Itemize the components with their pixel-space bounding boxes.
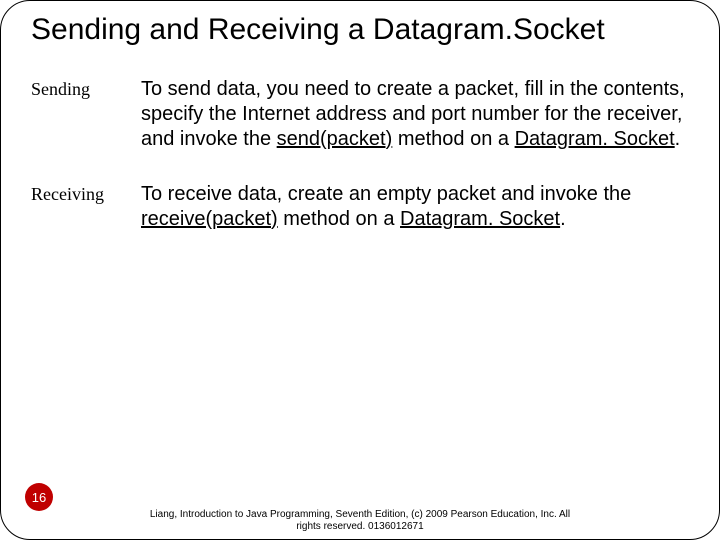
row-sending: Sending To send data, you need to create… [31,77,689,152]
slide-number-badge: 16 [25,483,53,511]
row-receiving: Receiving To receive data, create an emp… [31,182,689,232]
row-body-sending: To send data, you need to create a packe… [141,77,689,152]
text: method on a [392,128,514,150]
underline-receive: receive(packet) [141,208,278,230]
footer-attribution: Liang, Introduction to Java Programming,… [1,509,719,533]
footer-line: rights reserved. 0136012671 [296,521,423,532]
row-body-receiving: To receive data, create an empty packet … [141,182,689,232]
slide-container: Sending and Receiving a Datagram.Socket … [0,0,720,540]
row-label-receiving: Receiving [31,182,141,205]
slide-title: Sending and Receiving a Datagram.Socket [31,11,689,49]
underline-send: send(packet) [277,128,393,150]
footer-line: Liang, Introduction to Java Programming,… [150,509,570,520]
text: method on a [278,208,400,230]
text: . [560,208,566,230]
underline-datagram: Datagram. Socket [400,208,560,230]
row-label-sending: Sending [31,77,141,100]
text: To receive data, create an empty packet … [141,183,631,205]
text: . [675,128,681,150]
underline-datagram: Datagram. Socket [515,128,675,150]
